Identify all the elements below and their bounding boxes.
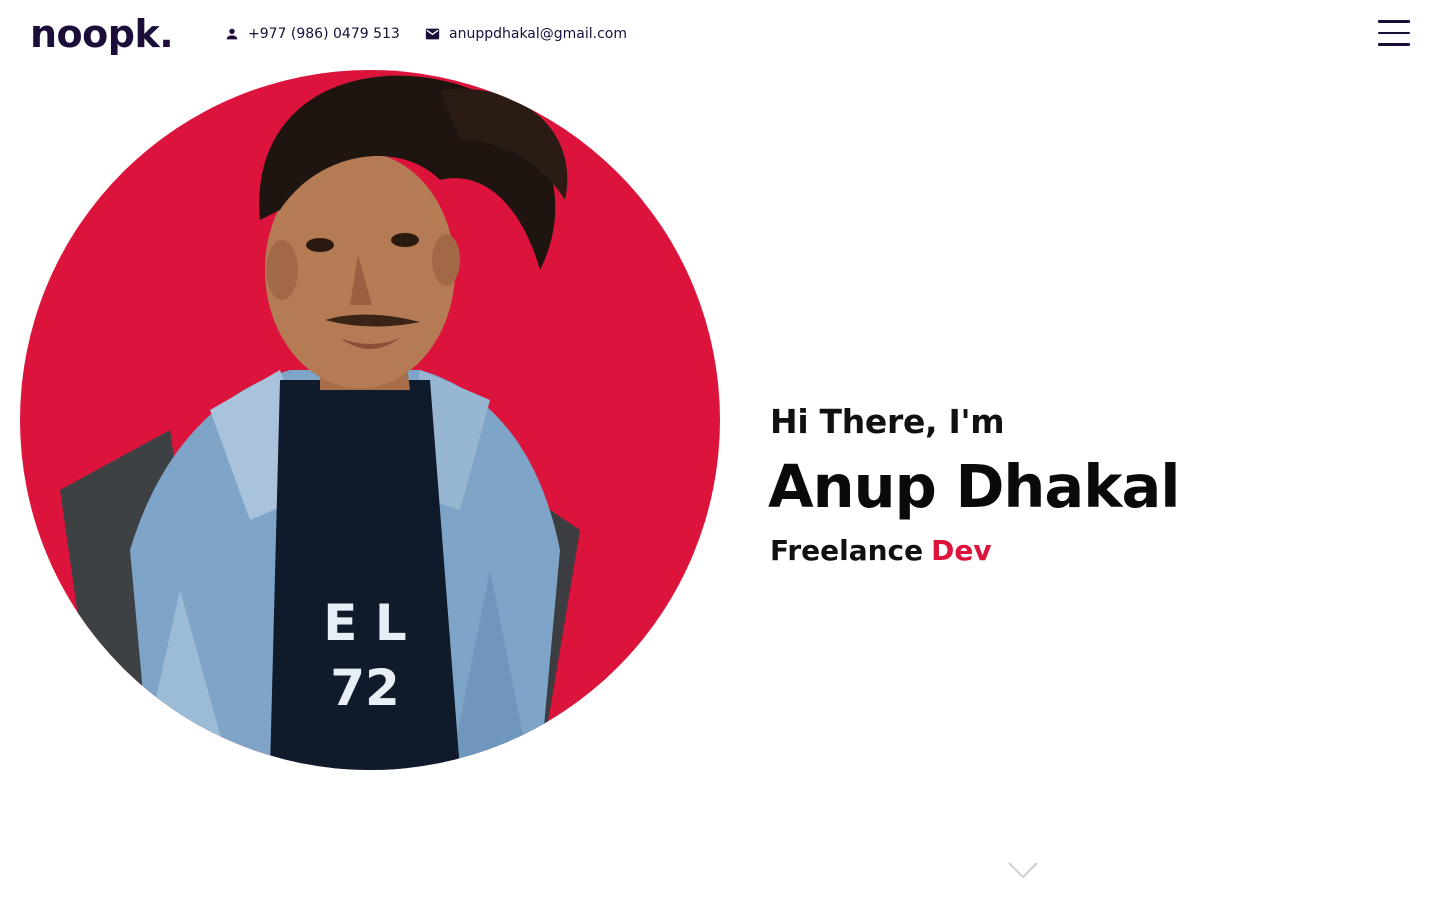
phone-number: +977 (986) 0479 513: [248, 26, 400, 42]
svg-text:E L: E L: [323, 594, 406, 652]
site-logo[interactable]: noopk.: [30, 10, 174, 58]
portrait-illustration: E L 72: [20, 70, 720, 770]
svg-text:72: 72: [330, 659, 400, 717]
email-address: anuppdhakal@gmail.com: [449, 26, 628, 42]
role-highlight: Dev: [931, 534, 992, 567]
hamburger-icon-bar: [1378, 31, 1410, 35]
hero-greeting: Hi There, I'm: [770, 402, 1005, 441]
person-icon: [224, 26, 240, 42]
chevron-down-icon: [1008, 862, 1038, 879]
page: noopk. +977 (986) 0479 513 anuppdhakal@g…: [0, 0, 1440, 900]
hamburger-menu-button[interactable]: [1378, 20, 1410, 46]
mail-icon: [424, 26, 441, 42]
phone-contact[interactable]: +977 (986) 0479 513: [224, 22, 400, 46]
hero-portrait: E L 72: [20, 70, 720, 770]
hero-name: Anup Dhakal: [768, 452, 1181, 521]
hamburger-icon-bar: [1378, 43, 1410, 46]
role-prefix: Freelance: [770, 534, 924, 567]
hamburger-icon-bar: [1378, 20, 1410, 23]
email-contact[interactable]: anuppdhakal@gmail.com: [424, 22, 627, 46]
scroll-down-button[interactable]: [1007, 860, 1039, 880]
hero-role: Freelance Dev: [770, 534, 992, 567]
